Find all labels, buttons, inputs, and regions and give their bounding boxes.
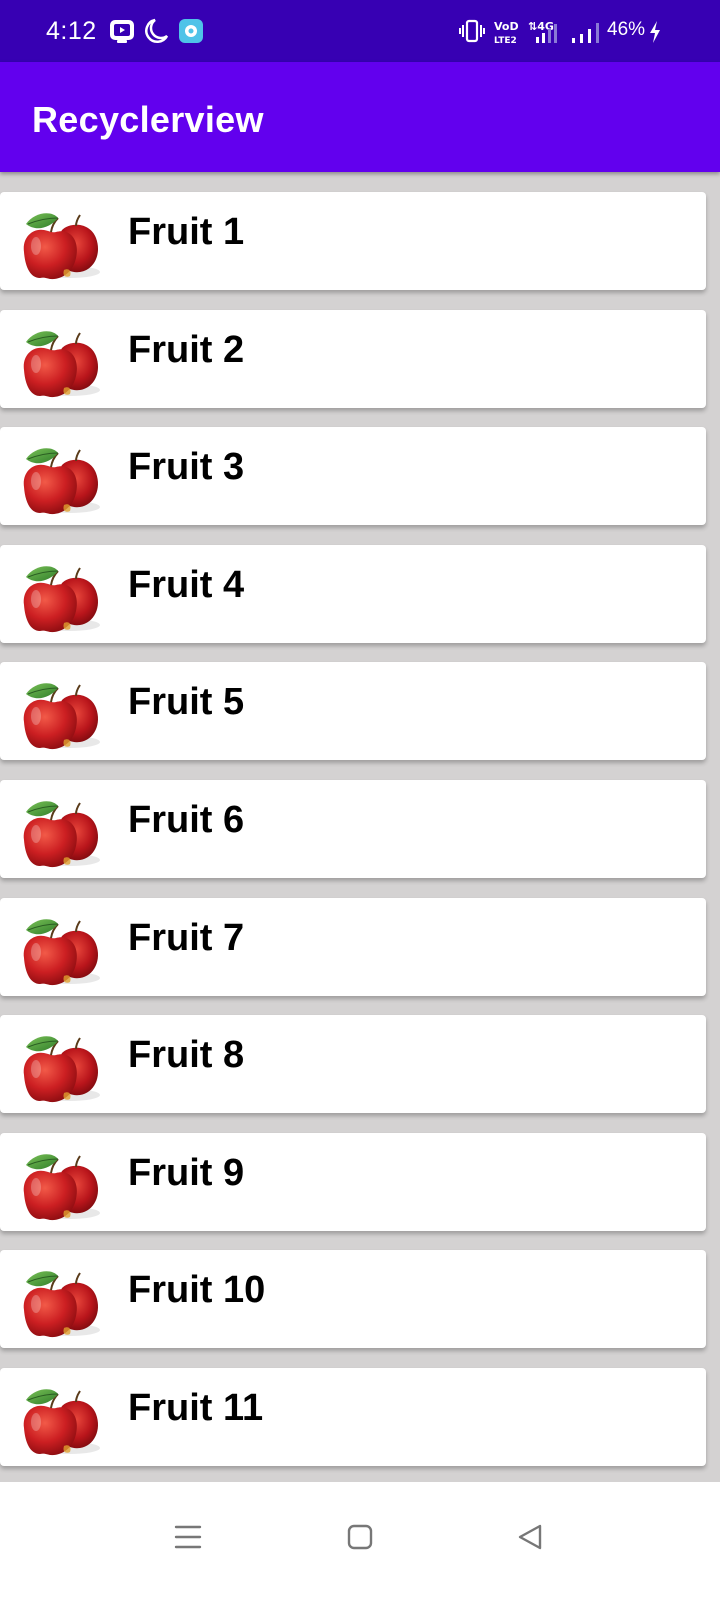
back-icon[interactable] <box>506 1512 556 1562</box>
svg-text:VoD: VoD <box>494 20 519 33</box>
apple-icon <box>22 212 101 281</box>
list-item[interactable]: Fruit 9 <box>0 1132 706 1231</box>
list-item-label: Fruit 7 <box>128 916 245 959</box>
list-item[interactable]: Fruit 3 <box>0 427 706 526</box>
apple-icon <box>22 447 101 516</box>
list-item[interactable]: Fruit 7 <box>0 897 706 996</box>
charging-icon <box>650 21 660 43</box>
list-item-label: Fruit 8 <box>128 1034 245 1077</box>
list-item-label: Fruit 11 <box>128 1387 264 1429</box>
apple-icon <box>22 1270 101 1339</box>
apple-icon <box>22 1388 101 1457</box>
svg-text:LTE2: LTE2 <box>494 36 517 45</box>
apple-icon <box>22 917 101 986</box>
navigation-bar <box>0 1482 720 1600</box>
apple-icon <box>22 800 101 869</box>
assistant-app-icon <box>179 19 203 43</box>
apple-icon <box>22 1035 101 1104</box>
apple-icon <box>22 564 101 633</box>
apple-icon <box>22 682 101 751</box>
fruit-list[interactable]: Fruit 1 Fruit 2 Fruit 3 Fruit 4 Fruit 5 Fruit… <box>0 172 720 1482</box>
app-bar: Recyclerview <box>0 62 720 172</box>
list-item-label: Fruit 2 <box>128 328 245 371</box>
home-icon[interactable] <box>335 1512 385 1562</box>
status-time: 4:12 <box>46 17 97 45</box>
list-item-label: Fruit 3 <box>128 446 245 489</box>
moon-icon <box>145 18 169 43</box>
list-item-label: Fruit 6 <box>128 799 245 841</box>
list-item-label: Fruit 4 <box>128 563 245 606</box>
list-item[interactable]: Fruit 8 <box>0 1015 706 1114</box>
app-title: Recyclerview <box>32 99 264 140</box>
apple-icon <box>22 1152 101 1221</box>
list-item-label: Fruit 10 <box>128 1269 266 1312</box>
list-item[interactable]: Fruit 1 <box>0 192 706 290</box>
list-item[interactable]: Fruit 2 <box>0 309 706 408</box>
list-item[interactable]: Fruit 5 <box>0 662 706 761</box>
list-item[interactable]: Fruit 6 <box>0 780 706 878</box>
list-item[interactable]: Fruit 11 <box>0 1368 706 1466</box>
apple-icon <box>22 329 101 398</box>
list-item[interactable]: Fruit 10 <box>0 1250 706 1349</box>
list-item-label: Fruit 5 <box>128 681 245 724</box>
list-item-label: Fruit 9 <box>128 1151 245 1194</box>
tv-app-icon <box>110 20 134 43</box>
vibrate-icon <box>459 19 485 43</box>
volte-icon: VoD LTE2 <box>494 20 519 45</box>
signal-2-icon <box>572 23 599 43</box>
menu-icon[interactable] <box>163 1512 213 1562</box>
list-item-label: Fruit 1 <box>128 211 245 253</box>
list-item[interactable]: Fruit 4 <box>0 544 706 643</box>
battery-percent: 46% <box>607 19 646 40</box>
status-bar: 4:12 VoD LTE2 ⇅4G 46% <box>0 0 720 62</box>
4g-icon: ⇅4G <box>528 20 557 43</box>
